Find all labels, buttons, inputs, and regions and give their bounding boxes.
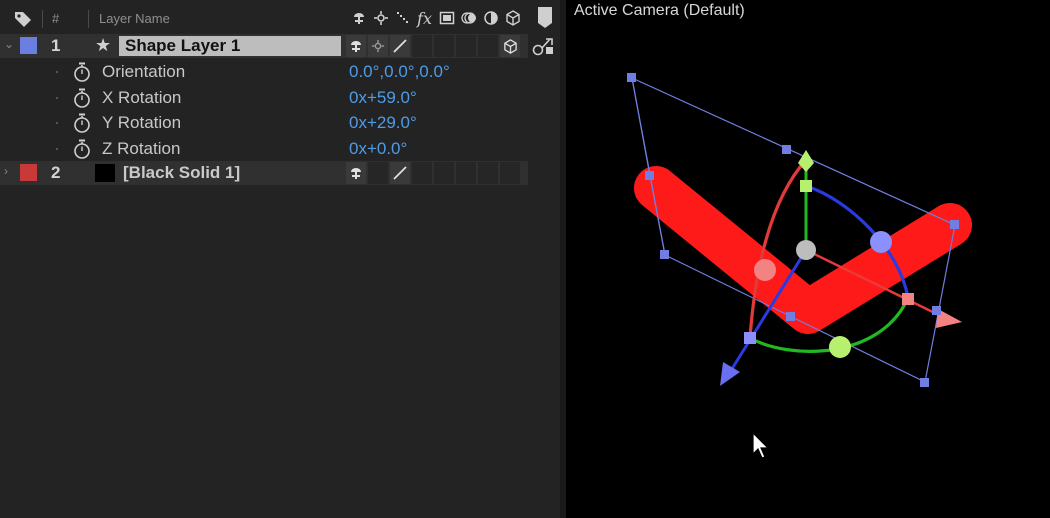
layer-switches: [346, 35, 520, 57]
layer-label-color[interactable]: [20, 164, 37, 181]
bbox-handle[interactable]: [660, 250, 669, 259]
property-value[interactable]: 0x+29.0°: [349, 113, 417, 133]
shy-icon[interactable]: [350, 8, 367, 28]
fx-switch[interactable]: [412, 35, 432, 57]
z-axis-arrow[interactable]: [720, 362, 740, 386]
anchor-point[interactable]: [796, 240, 816, 260]
frame-blend-icon[interactable]: [438, 8, 455, 28]
shy-switch-icon[interactable]: [346, 35, 366, 57]
motion-blur-switch[interactable]: [456, 35, 476, 57]
y-axis-handle[interactable]: [800, 180, 812, 192]
property-label: Z Rotation: [102, 139, 181, 158]
layer-number: 2: [51, 163, 61, 182]
bbox-handle[interactable]: [932, 306, 941, 315]
label-tag-icon[interactable]: [13, 10, 33, 28]
layer-number: 1: [51, 36, 61, 55]
property-row-x-rotation[interactable]: X Rotation 0x+59.0°: [0, 86, 540, 110]
bbox-handle[interactable]: [627, 73, 636, 82]
star-icon: ★: [95, 35, 112, 55]
property-row-orientation[interactable]: Orientation 0.0°,0.0°,0.0°: [0, 60, 540, 84]
stopwatch-icon[interactable]: [72, 138, 92, 160]
layer-name[interactable]: [Black Solid 1]: [123, 163, 240, 183]
property-label: Orientation: [102, 62, 186, 81]
adjustment-switch[interactable]: [478, 35, 498, 57]
property-value[interactable]: 0x+0.0°: [349, 139, 407, 159]
3d-switch-icon[interactable]: [500, 35, 520, 57]
property-label: X Rotation: [102, 88, 182, 107]
bbox-handle[interactable]: [645, 171, 654, 180]
collapse-icon[interactable]: [372, 8, 389, 28]
solid-thumbnail: [95, 164, 115, 182]
bbox-handle[interactable]: [782, 145, 791, 154]
layer-name-field[interactable]: Shape Layer 1: [119, 36, 341, 56]
quality-icon[interactable]: [394, 8, 411, 28]
motion-blur-switch[interactable]: [456, 162, 476, 184]
fx-icon[interactable]: fx: [416, 8, 433, 28]
3d-layer-icon[interactable]: [504, 8, 521, 28]
z-axis-handle[interactable]: [744, 332, 756, 344]
property-label: Y Rotation: [102, 113, 182, 132]
header-separator: [88, 10, 89, 28]
3d-switch[interactable]: [500, 162, 520, 184]
layer-switches: [346, 162, 520, 184]
collapse-switch-icon[interactable]: [368, 35, 388, 57]
frame-blend-switch[interactable]: [434, 35, 454, 57]
fx-switch[interactable]: [412, 162, 432, 184]
bbox-handle[interactable]: [950, 220, 959, 229]
quality-switch-icon[interactable]: [390, 35, 410, 57]
header-layer-name[interactable]: Layer Name: [99, 11, 170, 26]
motion-blur-icon[interactable]: [460, 8, 477, 28]
chevron-down-icon[interactable]: ⌄: [4, 37, 14, 51]
property-row-y-rotation[interactable]: Y Rotation 0x+29.0°: [0, 111, 540, 135]
x-axis-handle[interactable]: [902, 293, 914, 305]
stopwatch-icon[interactable]: [72, 87, 92, 109]
property-row-z-rotation[interactable]: Z Rotation 0x+0.0°: [0, 137, 540, 161]
indent-dot: [56, 122, 58, 124]
timeline-panel: # Layer Name fx ⌄ 1 ★ Shape Layer 1 Orie…: [0, 0, 560, 518]
layer-row-2[interactable]: › 2 [Black Solid 1]: [0, 161, 528, 185]
mouse-cursor-icon: [752, 432, 770, 459]
layer-row-1[interactable]: ⌄ 1 ★ Shape Layer 1: [0, 34, 528, 58]
layer-label-color[interactable]: [20, 37, 37, 54]
switches-header: fx: [350, 8, 521, 28]
collapse-switch[interactable]: [368, 162, 388, 184]
x-rotation-handle[interactable]: [754, 259, 776, 281]
property-value[interactable]: 0x+59.0°: [349, 88, 417, 108]
adjustment-icon[interactable]: [482, 8, 499, 28]
z-rotation-handle[interactable]: [870, 231, 892, 253]
parent-pickwhip-icon[interactable]: [532, 35, 556, 57]
indent-dot: [56, 71, 58, 73]
frame-blend-switch[interactable]: [434, 162, 454, 184]
y-rotation-handle[interactable]: [829, 336, 851, 358]
header-hash: #: [52, 11, 60, 26]
header-separator: [42, 10, 43, 28]
indent-dot: [56, 148, 58, 150]
comment-marker-icon[interactable]: [536, 6, 554, 30]
bbox-handle[interactable]: [786, 312, 795, 321]
property-value[interactable]: 0.0°,0.0°,0.0°: [349, 62, 450, 82]
stopwatch-icon[interactable]: [72, 61, 92, 83]
chevron-right-icon[interactable]: ›: [4, 164, 8, 178]
quality-switch-icon[interactable]: [390, 162, 410, 184]
viewer-canvas[interactable]: [566, 0, 1050, 518]
shy-switch-icon[interactable]: [346, 162, 366, 184]
bbox-handle[interactable]: [920, 378, 929, 387]
timeline-header: # Layer Name fx: [0, 6, 560, 32]
adjustment-switch[interactable]: [478, 162, 498, 184]
indent-dot: [56, 97, 58, 99]
stopwatch-icon[interactable]: [72, 112, 92, 134]
